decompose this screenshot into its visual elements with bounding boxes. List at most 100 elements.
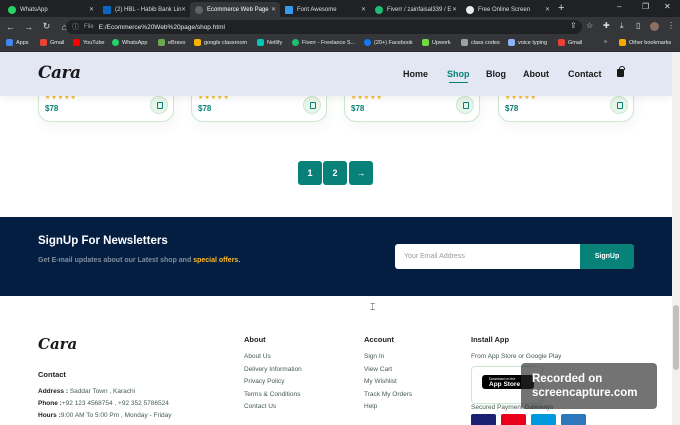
site-logo[interactable]: Cara (38, 63, 81, 83)
bookmark-netlify[interactable]: Netlify (257, 39, 282, 46)
bookmark-class-codes[interactable]: class codes (461, 39, 500, 46)
ebravo-icon (158, 39, 165, 46)
bookmark-gmail-2[interactable]: Gmail (558, 39, 582, 46)
star-icon[interactable]: ☆ (586, 21, 593, 30)
font-awesome-icon (285, 5, 293, 14)
download-icon[interactable]: ⤓ (620, 21, 624, 31)
browser-toolbar: ← → ↻ ⌂ ⓘ File E:/Ecommerce%20Web%20page… (0, 17, 680, 36)
whatsapp-icon (8, 5, 16, 14)
cart-icon[interactable] (303, 96, 321, 114)
fiverr-icon (292, 39, 299, 46)
footer-install-heading: Install App (471, 335, 510, 344)
payment-methods (471, 414, 586, 425)
footer-link[interactable]: Contact Us (244, 403, 302, 411)
cart-icon[interactable] (610, 96, 628, 114)
browser-tab[interactable]: Font Awesome ✕ (280, 2, 370, 17)
nav-shop[interactable]: Shop (447, 69, 470, 83)
back-button[interactable]: ← (3, 22, 18, 32)
product-price: $78 (45, 104, 59, 113)
bookmark-upwork[interactable]: Upwork (422, 39, 451, 46)
bookmarks-bar: Apps Gmail YouTube WhatsApp eBravo googl… (0, 36, 680, 52)
reload-button[interactable]: ↻ (39, 21, 54, 32)
footer-link[interactable]: Terms & Conditions (244, 391, 302, 399)
nav-contact[interactable]: Contact (568, 69, 602, 79)
close-tab-icon[interactable]: ✕ (271, 6, 276, 13)
nav-blog[interactable]: Blog (486, 69, 506, 79)
browser-tab[interactable]: Fiverr / zainfaisal339 / E ✕ (370, 2, 461, 17)
cart-icon[interactable] (150, 96, 168, 114)
scrollbar-thumb[interactable] (673, 305, 679, 370)
page-1-button[interactable]: 1 (298, 161, 322, 185)
profile-avatar[interactable] (650, 22, 659, 31)
sidepanel-icon[interactable]: ▯ (636, 21, 640, 30)
info-icon[interactable]: ⓘ (72, 22, 79, 32)
email-input[interactable]: Your Email Address (395, 244, 580, 269)
mastercard-icon (501, 414, 526, 425)
bookmark-whatsapp[interactable]: WhatsApp (112, 39, 147, 46)
bookmark-voice-typing[interactable]: voice typing (508, 39, 547, 46)
close-tab-icon[interactable]: ✕ (545, 6, 550, 13)
footer-link[interactable]: My Wishlist (364, 378, 412, 386)
footer-link[interactable]: Privacy Policy (244, 378, 302, 386)
close-window-button[interactable]: ✕ (664, 2, 671, 11)
url-text[interactable]: E:/Ecommerce%20Web%20page/shop.html (99, 24, 225, 31)
whatsapp-icon (112, 39, 119, 46)
nav-about[interactable]: About (523, 69, 549, 79)
linkedin-icon (103, 5, 111, 14)
footer-phone: Phone :+92 123 4568754 , +92 352 5786524 (38, 400, 169, 407)
extensions-icon[interactable]: ✚ (603, 21, 610, 30)
close-tab-icon[interactable]: ✕ (89, 6, 94, 13)
nav-home[interactable]: Home (403, 69, 428, 79)
footer-link[interactable]: Track My Orders (364, 391, 412, 399)
footer-about-links: About Us Delivery Information Privacy Po… (244, 353, 302, 411)
new-tab-button[interactable]: + (558, 2, 564, 15)
footer-contact-heading: Contact (38, 370, 66, 379)
youtube-icon (73, 39, 80, 46)
bookmark-fiverr[interactable]: Fiverr - Freelance S... (292, 39, 355, 46)
page-2-button[interactable]: 2 (323, 161, 347, 185)
close-tab-icon[interactable]: ✕ (452, 6, 457, 13)
cart-icon[interactable] (456, 96, 474, 114)
bookmark-youtube[interactable]: YouTube (73, 39, 105, 46)
mouse-cursor-icon: ⌶ (370, 302, 376, 312)
close-tab-icon[interactable]: ✕ (361, 6, 366, 13)
scheme-label: File (84, 24, 94, 30)
address-bar[interactable]: ⓘ File E:/Ecommerce%20Web%20page/shop.ht… (66, 20, 582, 34)
recording-watermark: Recorded on screencapture.com (521, 363, 657, 409)
footer-link[interactable]: View Cart (364, 366, 412, 374)
shopping-bag-icon[interactable] (617, 66, 625, 77)
bookmark-other[interactable]: Other bookmarks (619, 39, 671, 46)
fiverr-icon (375, 5, 383, 14)
footer-link[interactable]: About Us (244, 353, 302, 361)
browser-tab[interactable]: Free Online Screen ✕ (461, 2, 554, 17)
bookmark-facebook[interactable]: (20+) Facebook (364, 39, 413, 46)
more-bookmarks-icon[interactable]: » (604, 39, 607, 45)
footer-link[interactable]: Delivery Information (244, 366, 302, 374)
menu-icon[interactable]: ⋮ (667, 21, 675, 30)
forward-button[interactable]: → (21, 22, 36, 32)
share-icon[interactable]: ⇪ (570, 21, 577, 30)
newsletter-subtitle: Get E-mail updates about our Latest shop… (38, 257, 241, 264)
maximize-button[interactable]: ❐ (642, 2, 649, 11)
newsletter-section: SignUp For Newsletters Get E-mail update… (0, 217, 672, 296)
minimize-button[interactable]: – (617, 2, 621, 11)
browser-tab[interactable]: (2) HBL - Habib Bank Lin ✕ (98, 2, 190, 17)
browser-tab-active[interactable]: Ecommerce Web Page ✕ (190, 2, 280, 17)
bookmark-gmail[interactable]: Gmail (40, 39, 64, 46)
browser-tab-strip: WhatsApp ✕ (2) HBL - Habib Bank Lin ✕ Ec… (0, 0, 680, 17)
upwork-icon (422, 39, 429, 46)
bookmark-classroom[interactable]: google classroom (194, 39, 247, 46)
footer-link[interactable]: Sign In (364, 353, 412, 361)
bookmark-apps[interactable]: Apps (6, 39, 29, 46)
voice-typing-icon (508, 39, 515, 46)
close-tab-icon[interactable]: ✕ (181, 6, 186, 13)
signup-button[interactable]: SignUp (580, 244, 634, 269)
facebook-icon (364, 39, 371, 46)
footer-hours: Hours :9:00 AM To 5:00 Pm , Monday - Fri… (38, 412, 172, 419)
footer-link[interactable]: Help (364, 403, 412, 411)
amex-icon (561, 414, 586, 425)
browser-tab[interactable]: WhatsApp ✕ (3, 2, 98, 17)
maestro-icon (531, 414, 556, 425)
bookmark-ebravo[interactable]: eBravo (158, 39, 185, 46)
next-page-button[interactable]: → (349, 161, 373, 185)
